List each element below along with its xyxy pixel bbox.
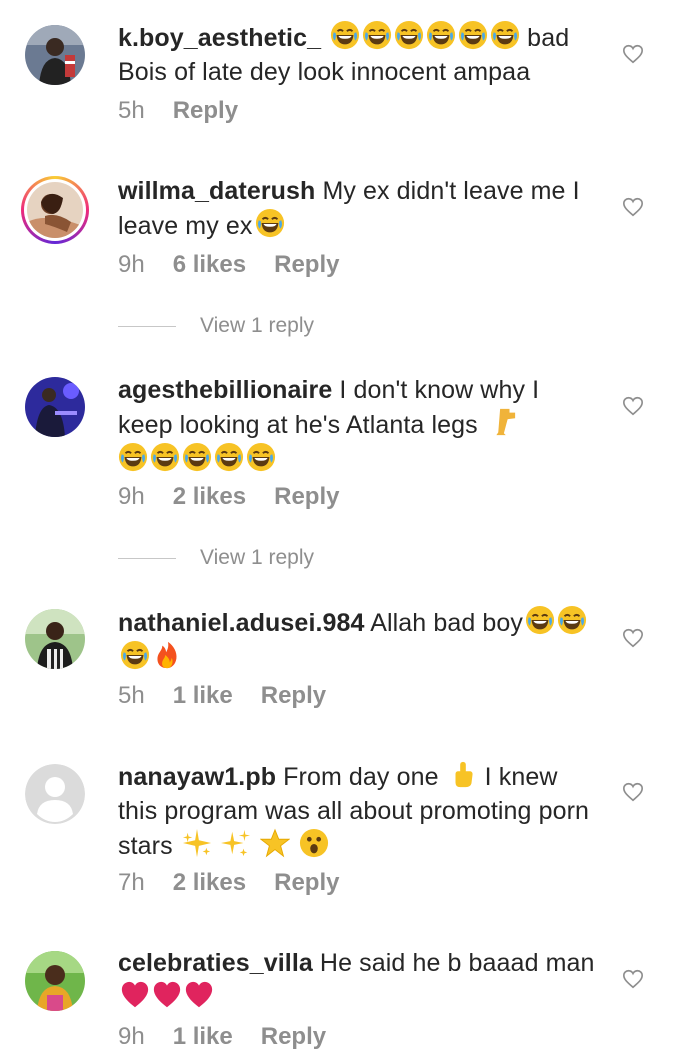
comment-meta: 5h Reply: [118, 96, 266, 126]
laughing-emoji: [120, 640, 150, 670]
star-emoji: [260, 828, 290, 858]
laughing-emoji: [394, 20, 424, 50]
view-replies-label: View 1 reply: [200, 314, 315, 337]
comment-meta: 9h 6 likes Reply: [118, 250, 367, 280]
avatar[interactable]: [25, 609, 85, 669]
like-heart-icon[interactable]: [622, 395, 644, 417]
comment-body: Allah bad boy: [364, 609, 524, 637]
laughing-emoji: [182, 442, 212, 472]
comment-username[interactable]: k.boy_aesthetic_: [118, 24, 321, 52]
comment-time: 7h: [118, 869, 145, 896]
comment-username[interactable]: nanayaw1.pb: [118, 763, 276, 791]
comment-text: willma_daterush My ex didn't leave me I …: [118, 174, 598, 243]
comment-username[interactable]: celebraties_villa: [118, 949, 313, 977]
surprised-emoji: [299, 828, 329, 858]
laughing-emoji: [362, 20, 392, 50]
reply-button[interactable]: Reply: [274, 483, 339, 510]
like-heart-icon[interactable]: [622, 627, 644, 649]
reply-button[interactable]: Reply: [274, 251, 339, 278]
comment-meta: 9h 1 like Reply: [118, 1022, 354, 1052]
comment-body: He said he b baaad man: [312, 949, 595, 977]
laughing-emoji: [118, 442, 148, 472]
view-replies-button[interactable]: View 1 reply: [118, 314, 314, 338]
sparkle-emoji: [182, 828, 212, 858]
comment-text: celebraties_villa He said he b baaad man: [118, 946, 598, 1015]
reply-button[interactable]: Reply: [274, 869, 339, 896]
laughing-emoji: [330, 20, 360, 50]
laughing-emoji: [426, 20, 456, 50]
leg-emoji: [487, 407, 517, 437]
red-heart-emoji: [184, 980, 214, 1010]
comment-time: 5h: [118, 97, 145, 124]
laughing-emoji: [255, 208, 285, 238]
avatar[interactable]: [25, 951, 85, 1011]
comment-meta: 7h 2 likes Reply: [118, 868, 367, 898]
view-replies-label: View 1 reply: [200, 546, 315, 569]
comment-body: From day one: [276, 763, 446, 791]
like-heart-icon[interactable]: [622, 781, 644, 803]
like-heart-icon[interactable]: [622, 968, 644, 990]
laughing-emoji: [246, 442, 276, 472]
laughing-emoji: [525, 605, 555, 635]
red-heart-emoji: [120, 980, 150, 1010]
comment-time: 9h: [118, 1023, 145, 1050]
laughing-emoji: [150, 442, 180, 472]
avatar[interactable]: [25, 377, 85, 437]
comment-meta: 9h 2 likes Reply: [118, 482, 367, 512]
laughing-emoji: [458, 20, 488, 50]
comment-text: agesthebillionaire I don't know why I ke…: [118, 373, 598, 477]
comment-likes[interactable]: 1 like: [173, 682, 233, 709]
view-replies-button[interactable]: View 1 reply: [118, 546, 314, 570]
divider: [118, 557, 176, 559]
like-heart-icon[interactable]: [622, 43, 644, 65]
red-heart-emoji: [152, 980, 182, 1010]
comment-username[interactable]: agesthebillionaire: [118, 376, 332, 404]
comment-time: 9h: [118, 483, 145, 510]
comment-meta: 5h 1 like Reply: [118, 681, 354, 711]
reply-button[interactable]: Reply: [173, 97, 238, 124]
comment-text: nanayaw1.pb From day one I knew this pro…: [118, 759, 598, 863]
comment-username[interactable]: nathaniel.adusei.984: [118, 609, 365, 637]
like-heart-icon[interactable]: [622, 196, 644, 218]
comment-time: 9h: [118, 251, 145, 278]
comment-body: [321, 24, 328, 52]
avatar[interactable]: [25, 25, 85, 85]
avatar[interactable]: [21, 176, 89, 244]
divider: [118, 325, 176, 327]
comment-likes[interactable]: 6 likes: [173, 251, 246, 278]
sparkles-emoji: [221, 828, 251, 858]
reply-button[interactable]: Reply: [261, 1023, 326, 1050]
laughing-emoji: [490, 20, 520, 50]
reply-button[interactable]: Reply: [261, 682, 326, 709]
fire-emoji: [152, 640, 182, 670]
pointing-up-emoji: [448, 759, 478, 789]
comment-username[interactable]: willma_daterush: [118, 177, 315, 205]
comment-likes[interactable]: 1 like: [173, 1023, 233, 1050]
comment-text: k.boy_aesthetic_ bad Bois of late dey lo…: [118, 20, 598, 89]
comment-likes[interactable]: 2 likes: [173, 869, 246, 896]
comment-text: nathaniel.adusei.984 Allah bad boy: [118, 605, 598, 675]
comment-time: 5h: [118, 682, 145, 709]
avatar[interactable]: [25, 764, 85, 824]
laughing-emoji: [214, 442, 244, 472]
laughing-emoji: [557, 605, 587, 635]
comment-likes[interactable]: 2 likes: [173, 483, 246, 510]
